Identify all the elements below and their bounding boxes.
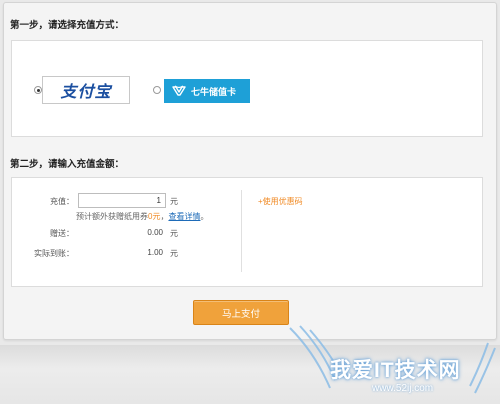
bonus-value: 0.00 bbox=[147, 228, 163, 237]
bonus-hint: 预计额外获赠纸用券0元，查看详情。 bbox=[76, 211, 208, 222]
use-coupon-link[interactable]: +使用优惠码 bbox=[258, 196, 303, 207]
recharge-unit: 元 bbox=[170, 197, 178, 206]
step1-title: 第一步，请选择充值方式： bbox=[10, 20, 125, 31]
actual-label: 实际到账： bbox=[34, 249, 74, 258]
qiniu-card-option[interactable]: 七牛储值卡 bbox=[164, 79, 250, 103]
vertical-divider bbox=[241, 190, 242, 272]
alipay-option[interactable]: 支付宝 bbox=[42, 76, 130, 104]
alipay-logo: 支付宝 bbox=[60, 82, 112, 101]
hint-suffix: 。 bbox=[200, 212, 209, 221]
qiniu-card-label: 七牛储值卡 bbox=[191, 86, 237, 97]
actual-value: 1.00 bbox=[147, 248, 163, 257]
bonus-unit: 元 bbox=[170, 229, 178, 238]
qiniu-logo-icon bbox=[172, 85, 186, 96]
bonus-label: 赠送： bbox=[50, 229, 74, 238]
step2-title: 第二步，请输入充值金额： bbox=[10, 159, 125, 170]
watermark-title: 我爱IT技术网 bbox=[330, 359, 461, 382]
actual-unit: 元 bbox=[170, 249, 178, 258]
pay-now-button[interactable]: 马上支付 bbox=[193, 300, 289, 325]
watermark-url: www.52ij.com bbox=[372, 383, 434, 394]
hint-prefix: 预计额外获赠纸用券 bbox=[76, 212, 148, 221]
hint-amount: 0元 bbox=[148, 212, 161, 221]
recharge-amount-input[interactable] bbox=[78, 193, 166, 208]
alipay-radio[interactable] bbox=[34, 86, 42, 94]
qiniu-card-radio[interactable] bbox=[153, 86, 161, 94]
recharge-label: 充值： bbox=[50, 197, 74, 206]
view-details-link[interactable]: 查看详情 bbox=[168, 212, 200, 221]
